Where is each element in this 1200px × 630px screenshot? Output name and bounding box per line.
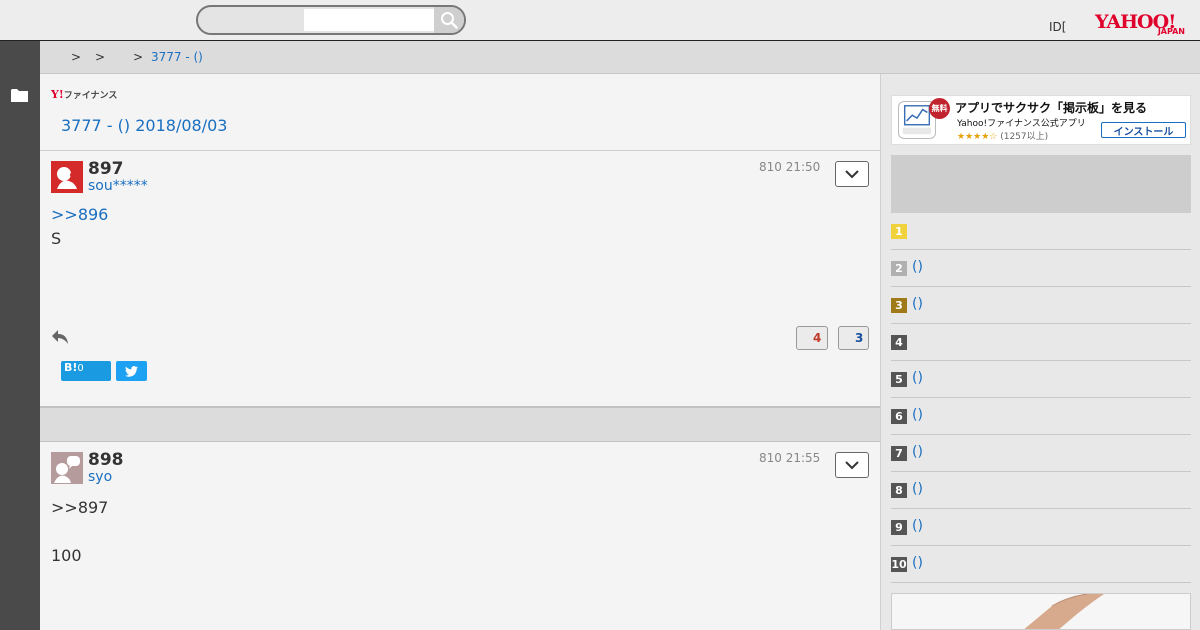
- breadcrumb-separator: >: [71, 50, 82, 64]
- hatena-bookmark-icon: B!: [64, 361, 78, 374]
- finance-logo-mark: Y!: [51, 88, 64, 101]
- app-promo-subtitle: Yahoo!ファイナンス公式アプリ: [957, 119, 1086, 129]
- ranking-number-badge: 4: [891, 335, 907, 350]
- ranking-number-badge: 3: [891, 298, 907, 313]
- ranking-number-badge: 2: [891, 261, 907, 276]
- ranking-item[interactable]: 4: [891, 324, 1191, 361]
- bottom-ad-image[interactable]: [891, 593, 1191, 630]
- post-number[interactable]: 898: [88, 450, 124, 470]
- ranking-number-badge: 6: [891, 409, 907, 424]
- avatar-icon[interactable]: [51, 452, 83, 484]
- chevron-down-icon: [845, 169, 859, 178]
- dislike-count: 3: [855, 331, 864, 345]
- free-badge: 無料: [929, 98, 950, 119]
- yahoo-logo-sub: JAPAN: [1157, 27, 1185, 36]
- hatena-bookmark-button[interactable]: B!0: [61, 361, 111, 381]
- breadcrumb-separator: >: [133, 50, 144, 64]
- id-login-link[interactable]: ID[: [1049, 20, 1066, 34]
- ranking-label[interactable]: (): [912, 407, 923, 423]
- twitter-bird-icon: [125, 365, 138, 377]
- post-menu-button[interactable]: [835, 161, 869, 187]
- left-rail: [0, 41, 40, 630]
- hatena-count: 0: [77, 363, 84, 374]
- app-promo-title: アプリでサクサク「掲示板」を見る: [955, 101, 1148, 115]
- post-897: 897 sou***** 810 21:50 >>896 S 4 3 B!0: [40, 151, 880, 406]
- post-body-line: >>897: [51, 498, 109, 517]
- post-menu-button[interactable]: [835, 452, 869, 478]
- post-time: 810 21:55: [759, 451, 821, 465]
- reply-anchor-link[interactable]: >>896: [51, 203, 108, 227]
- search-input[interactable]: [304, 9, 434, 31]
- ranking-item[interactable]: 3 (): [891, 287, 1191, 324]
- ranking-item[interactable]: 5 (): [891, 361, 1191, 398]
- search-icon: [441, 12, 458, 29]
- ranking-label[interactable]: (): [912, 296, 923, 312]
- post-number[interactable]: 897: [88, 159, 124, 179]
- chevron-down-icon: [845, 460, 859, 469]
- post-user[interactable]: syo: [88, 469, 112, 485]
- ranking-number-badge: 5: [891, 372, 907, 387]
- review-count: (1257以上): [1000, 132, 1049, 142]
- app-rating: ★★★★☆ (1257以上): [957, 129, 1048, 142]
- post-user[interactable]: sou*****: [88, 178, 148, 194]
- ranking-number-badge: 8: [891, 483, 907, 498]
- post-separator-band: [40, 406, 880, 442]
- ranking-item[interactable]: 6 (): [891, 398, 1191, 435]
- ranking-number-badge: 10: [891, 557, 907, 572]
- ad-image-arm: [892, 594, 1190, 629]
- post-time: 810 21:50: [759, 160, 821, 174]
- right-sidebar: 無料 アプリでサクサク「掲示板」を見る Yahoo!ファイナンス公式アプリ ★★…: [880, 74, 1200, 630]
- ranking-label[interactable]: (): [912, 555, 923, 571]
- star-rating-icon: ★★★★☆: [957, 132, 998, 142]
- ranking-item[interactable]: 7 (): [891, 435, 1191, 472]
- ranking-number-badge: 7: [891, 446, 907, 461]
- ranking-label[interactable]: (): [912, 518, 923, 534]
- top-header: ID[ YAHOO! JAPAN: [0, 0, 1200, 41]
- like-count: 4: [813, 331, 822, 345]
- breadcrumb: > > > 3777 - (): [40, 41, 1200, 74]
- install-button[interactable]: インストール: [1101, 122, 1186, 138]
- ranking-number-badge: 9: [891, 520, 907, 535]
- tweet-button[interactable]: [116, 361, 147, 381]
- finance-logo[interactable]: Y!ファイナンス: [51, 88, 117, 101]
- ranking-item[interactable]: 2 (): [891, 250, 1191, 287]
- search-box: [196, 5, 466, 35]
- ranking-label[interactable]: (): [912, 481, 923, 497]
- ranking-item[interactable]: 9 (): [891, 509, 1191, 546]
- app-promo-banner[interactable]: 無料 アプリでサクサク「掲示板」を見る Yahoo!ファイナンス公式アプリ ★★…: [891, 95, 1191, 145]
- finance-logo-text: ファイナンス: [63, 91, 118, 101]
- yahoo-japan-logo[interactable]: YAHOO! JAPAN: [1095, 11, 1187, 37]
- post-body: S: [51, 229, 62, 248]
- like-button[interactable]: 4: [796, 326, 828, 350]
- ranking-item[interactable]: 8 (): [891, 472, 1191, 509]
- ranking-label[interactable]: (): [912, 444, 923, 460]
- reply-icon[interactable]: [51, 329, 69, 345]
- avatar-icon[interactable]: [51, 161, 83, 193]
- ranking-label[interactable]: (): [912, 370, 923, 386]
- search-button[interactable]: [434, 7, 464, 33]
- ranking-item[interactable]: 10 (): [891, 546, 1191, 583]
- ranking-item[interactable]: 1: [891, 213, 1191, 250]
- breadcrumb-separator: >: [95, 50, 106, 64]
- ad-placeholder: [891, 155, 1191, 213]
- post-body-line: 100: [51, 546, 82, 565]
- post-898: 898 syo 810 21:55 >>897 100: [40, 442, 880, 630]
- board-title[interactable]: 3777 - () 2018/08/03: [61, 116, 227, 135]
- ranking-label[interactable]: (): [912, 259, 923, 275]
- ranking-number-badge: 1: [891, 224, 907, 239]
- board-main: Y!ファイナンス 3777 - () 2018/08/03 897 sou***…: [40, 74, 880, 630]
- breadcrumb-current[interactable]: 3777 - (): [151, 50, 203, 64]
- folder-icon[interactable]: [11, 88, 28, 102]
- dislike-button[interactable]: 3: [838, 326, 869, 350]
